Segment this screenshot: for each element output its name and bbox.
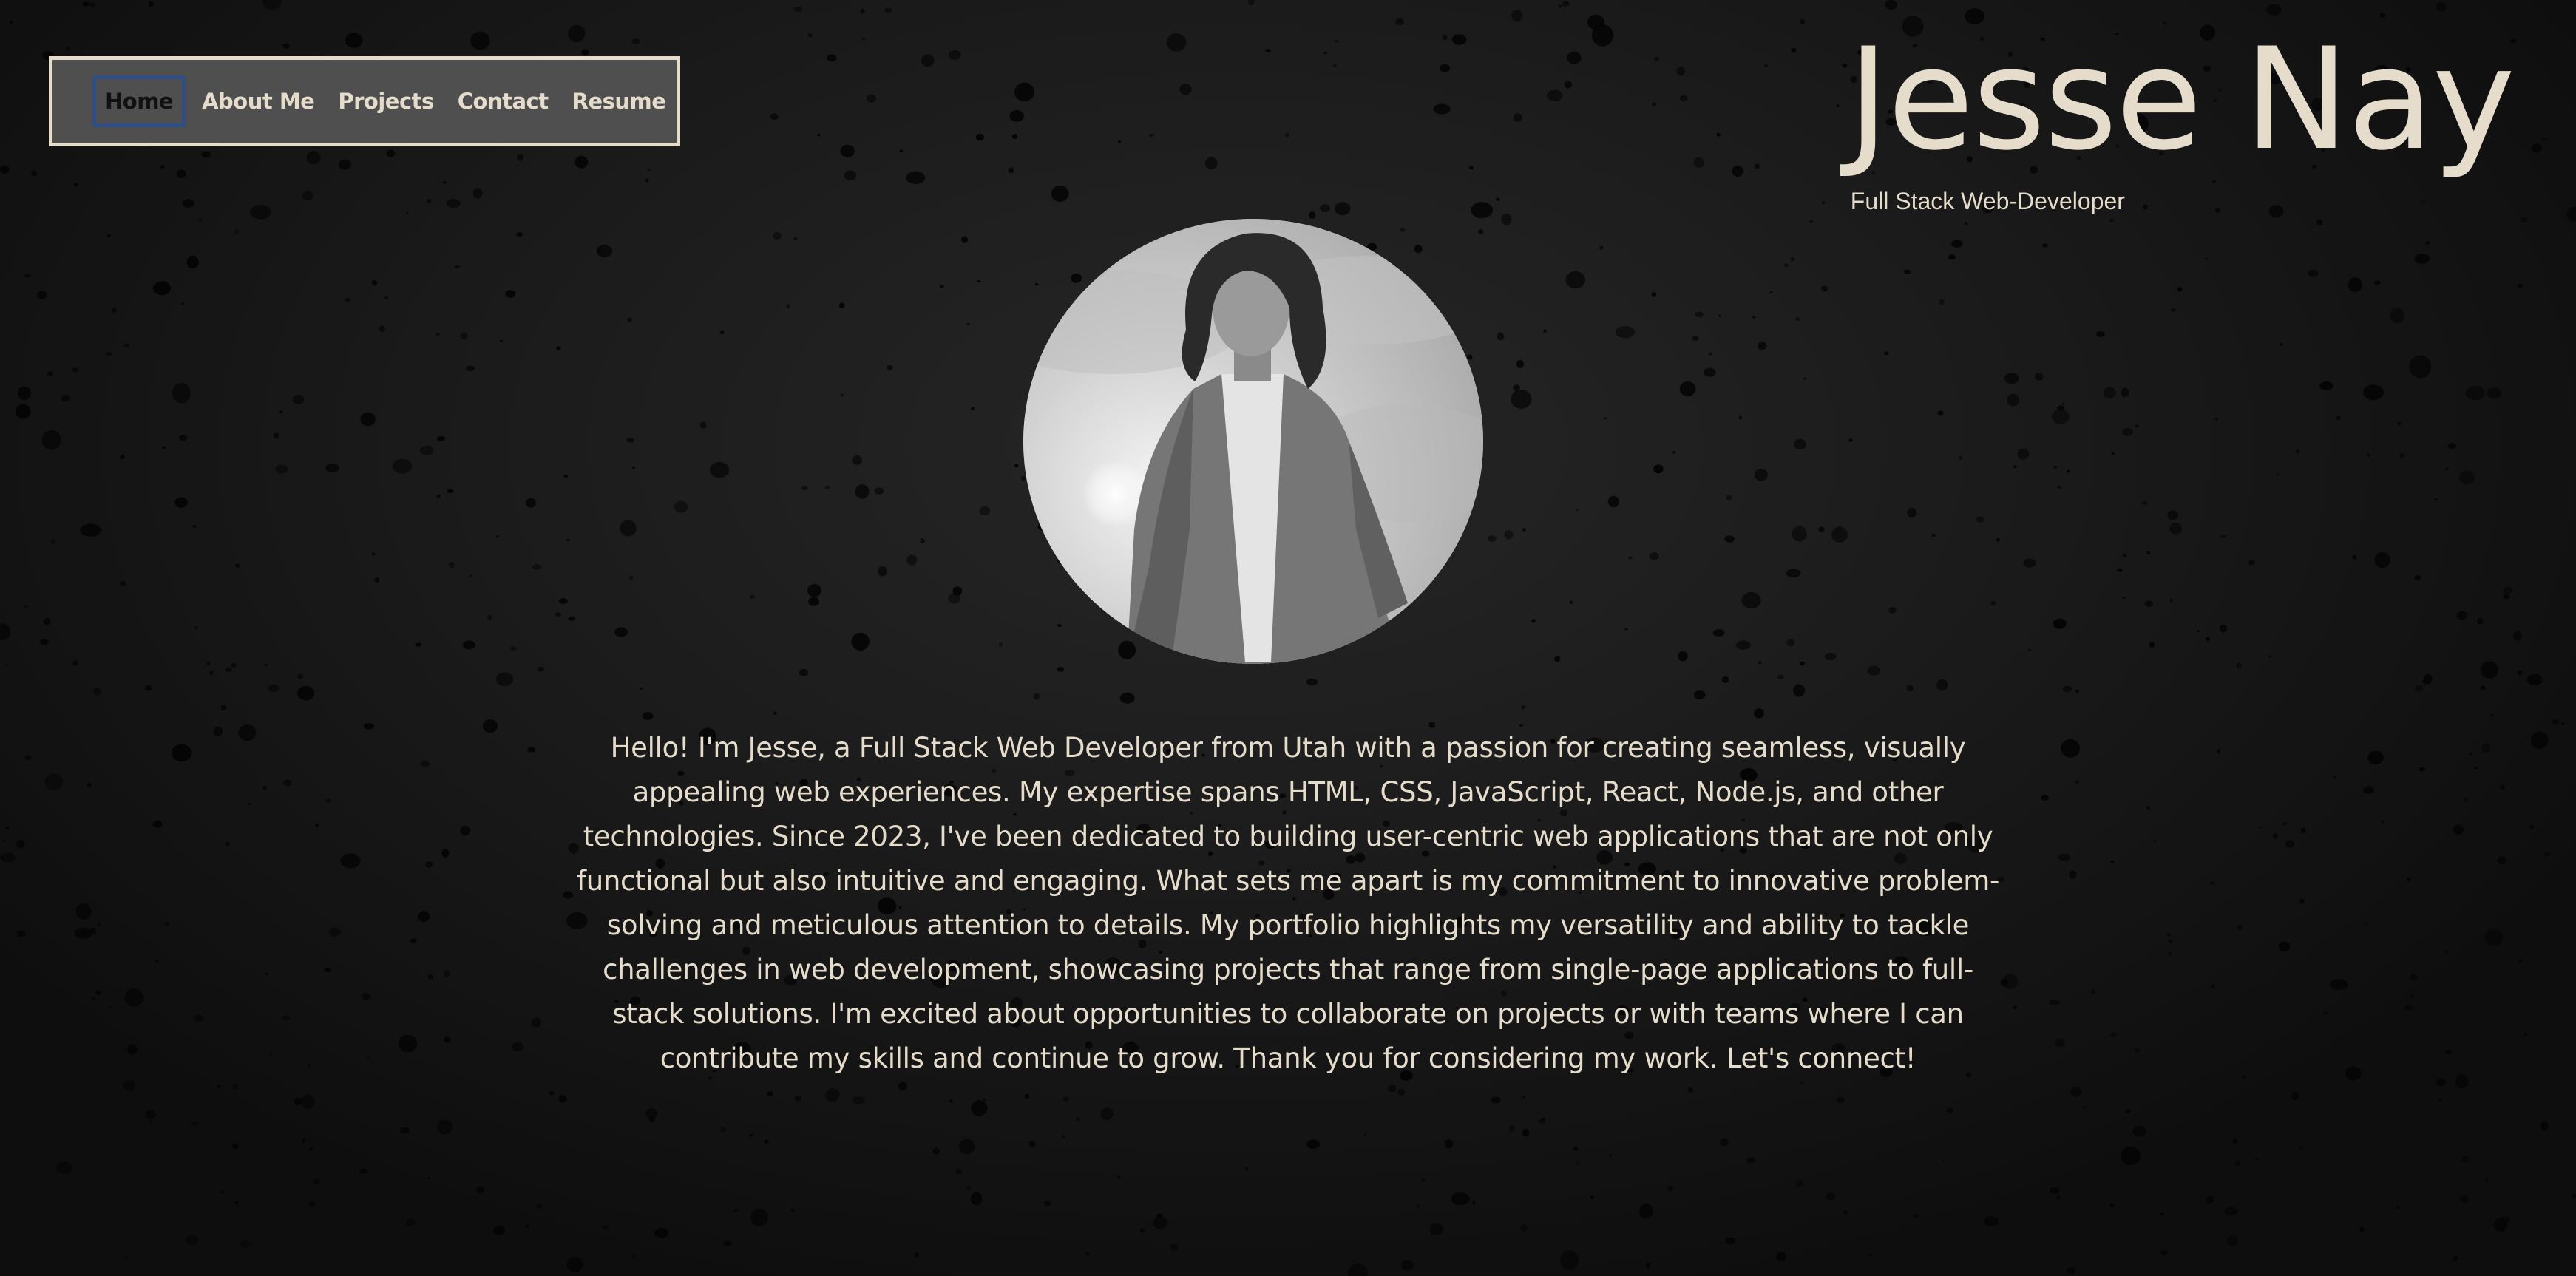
site-subtitle: Full Stack Web-Developer (1850, 188, 2125, 214)
site-header: Jesse Nay Full Stack Web-Developer (1847, 18, 2515, 215)
main-nav: Home About Me Projects Contact Resume (49, 56, 680, 146)
about-bio: Hello! I'm Jesse, a Full Stack Web Devel… (576, 732, 2000, 1074)
site-name: Jesse Nay (1847, 18, 2515, 181)
nav-resume-link[interactable]: Resume (562, 75, 677, 127)
nav-home-link[interactable]: Home (92, 75, 186, 127)
nav-contact-link[interactable]: Contact (447, 75, 559, 127)
nav-projects-link[interactable]: Projects (328, 75, 444, 127)
profile-photo (1023, 219, 1483, 664)
nav-about-link[interactable]: About Me (191, 75, 325, 127)
